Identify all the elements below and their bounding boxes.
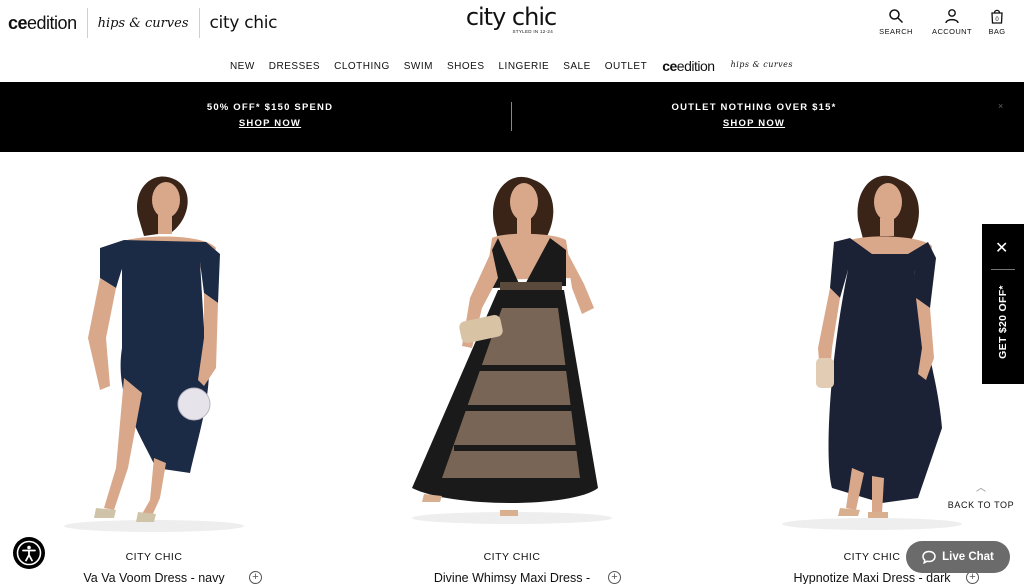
promo-left: 50% OFF* $150 SPEND SHOP NOW [120, 102, 420, 131]
header-utilities: SEARCH ACCOUNT 0 BAG [868, 8, 1014, 36]
product-brand: CITY CHIC [125, 551, 183, 563]
account-label: ACCOUNT [932, 27, 972, 36]
promo-right: OUTLET NOTHING OVER $15* SHOP NOW [604, 102, 904, 131]
nav-item-new[interactable]: NEW [223, 61, 262, 72]
account-button[interactable]: ACCOUNT [924, 8, 980, 36]
brand-hips-curves-link[interactable]: hips & curves [86, 8, 199, 38]
brand-ceedition-link[interactable]: ce edition [8, 8, 87, 38]
live-chat-button[interactable]: Live Chat [906, 541, 1010, 573]
brand-citychic-link[interactable]: city chic [198, 8, 288, 38]
person-icon [945, 9, 959, 24]
model-illustration [412, 176, 612, 524]
promo-divider [511, 102, 512, 131]
logo-text: city chic [465, 3, 557, 31]
promo-close-icon[interactable]: × [998, 102, 1007, 111]
nav-item-swim[interactable]: SWIM [397, 61, 440, 72]
product-brand: CITY CHIC [483, 551, 541, 563]
discount-side-tab[interactable]: ✕ GET $20 OFF* [982, 224, 1024, 384]
side-tab-label[interactable]: GET $20 OFF* [997, 285, 1009, 359]
bag-count: 0 [995, 17, 999, 23]
product-card[interactable]: CITY CHIC Hypnotize Maxi Dress - dark + [722, 158, 1022, 584]
product-card[interactable]: CITY CHIC Va Va Voom Dress - navy + [4, 158, 304, 584]
close-icon[interactable]: ✕ [995, 241, 1008, 257]
search-icon [889, 9, 904, 24]
site-header: ce edition hips & curves city chic city c… [0, 0, 1024, 82]
accessibility-button[interactable] [13, 537, 45, 569]
promo-left-shop-now-link[interactable]: SHOP NOW [239, 118, 301, 129]
promo-left-title: 50% OFF* $150 SPEND [206, 102, 334, 113]
nav-item-lingerie[interactable]: LINGERIE [492, 61, 557, 72]
nav-item-ceedition[interactable]: ceedition [654, 58, 722, 74]
ceedition-text: edition [27, 12, 77, 33]
product-card[interactable]: CITY CHIC Divine Whimsy Maxi Dress - + [362, 158, 662, 584]
promo-right-title: OUTLET NOTHING OVER $15* [671, 102, 837, 113]
nav-item-sale[interactable]: SALE [556, 61, 598, 72]
model-illustration [64, 176, 244, 532]
site-logo[interactable]: city chic STYLED IN 12-24 [463, 4, 559, 34]
ceedition-prefix: ce [8, 12, 28, 33]
nav-item-clothing[interactable]: CLOTHING [327, 61, 397, 72]
back-to-top-label: BACK TO TOP [947, 500, 1015, 510]
main-nav: NEW DRESSES CLOTHING SWIM SHOES LINGERIE… [0, 58, 1024, 74]
search-label: SEARCH [879, 27, 913, 36]
product-image[interactable] [4, 158, 304, 533]
bag-label: BAG [988, 27, 1006, 36]
live-chat-label: Live Chat [942, 551, 994, 563]
nav-item-hips-curves[interactable]: hips & curves [723, 60, 801, 69]
search-button[interactable]: SEARCH [868, 8, 924, 36]
chevron-up-icon: ︿ [976, 483, 986, 494]
model-illustration [782, 175, 962, 530]
accessibility-icon [16, 540, 42, 566]
citychic-text: city chic [209, 13, 278, 33]
add-to-wishlist-icon[interactable]: + [608, 571, 621, 584]
chat-bubble-icon [922, 550, 936, 564]
add-to-wishlist-icon[interactable]: + [249, 571, 262, 584]
bag-button[interactable]: 0 BAG [980, 8, 1014, 36]
product-image[interactable] [722, 158, 1022, 533]
nav-ceedition-text: edition [676, 58, 715, 74]
promo-bar: 50% OFF* $150 SPEND SHOP NOW OUTLET NOTH… [0, 82, 1024, 152]
nav-item-dresses[interactable]: DRESSES [262, 61, 327, 72]
nav-item-outlet[interactable]: OUTLET [598, 61, 654, 72]
side-tab-divider [991, 269, 1015, 270]
hips-curves-text: hips & curves [97, 15, 189, 31]
promo-right-shop-now-link[interactable]: SHOP NOW [723, 118, 785, 129]
nav-item-shoes[interactable]: SHOES [440, 61, 492, 72]
brand-switcher: ce edition hips & curves city chic [8, 8, 287, 38]
back-to-top-button[interactable]: ︿ BACK TO TOP [946, 483, 1016, 511]
nav-ceedition-prefix: ce [662, 58, 677, 74]
product-image[interactable] [362, 158, 662, 533]
bag-icon: 0 [991, 9, 1003, 24]
